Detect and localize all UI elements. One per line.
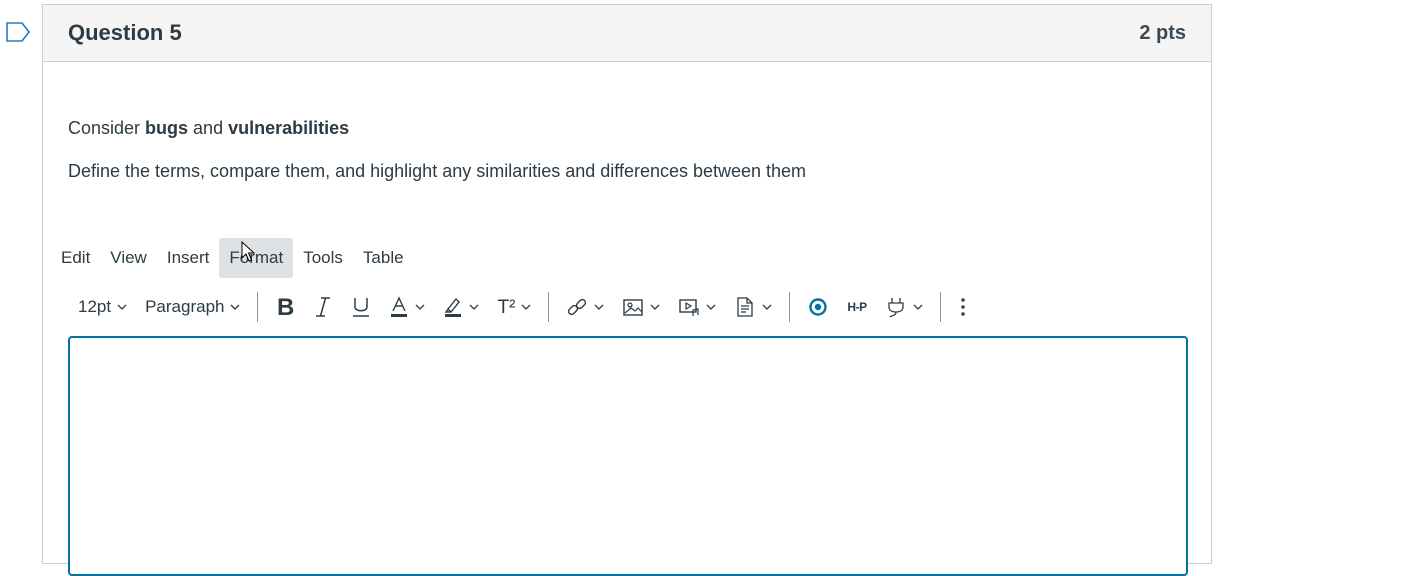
document-button[interactable] [725,287,781,327]
menu-view[interactable]: View [100,238,157,278]
term-bugs: bugs [145,118,189,138]
more-button[interactable] [949,287,977,327]
question-header: Question 5 2 pts [43,5,1211,62]
more-icon [960,298,965,316]
image-button[interactable] [613,287,669,327]
chevron-down-icon [117,304,127,310]
font-size-dropdown[interactable]: 12pt [69,287,136,327]
plugin-button[interactable] [876,287,932,327]
toolbar-separator [257,292,259,322]
link-icon [568,298,587,316]
rich-text-editor[interactable] [68,336,1188,576]
chevron-down-icon [470,304,479,310]
media-button[interactable] [669,287,725,327]
chevron-down-icon [416,304,425,310]
question-body: Consider bugs and vulnerabilities Define… [43,62,1211,182]
chevron-down-icon [521,304,531,310]
chevron-down-icon [231,304,240,310]
link-button[interactable] [557,287,613,327]
chevron-down-icon [706,304,716,310]
question-instructions: Define the terms, compare them, and high… [68,161,807,181]
italic-button[interactable] [304,287,342,327]
italic-icon [316,297,331,317]
apps-button[interactable] [798,287,838,327]
highlight-button[interactable] [434,287,488,327]
bold-button[interactable]: B [266,287,304,327]
question-prompt: Consider bugs and vulnerabilities [68,118,350,138]
document-icon [737,297,754,317]
font-size-value: 12pt [78,297,112,316]
text-color-button[interactable] [380,287,434,327]
toolbar-separator [789,292,791,322]
plugin-icon [887,298,904,318]
chevron-down-icon [594,304,604,310]
toolbar-separator [939,292,941,322]
h5p-button[interactable]: H-P [838,287,875,327]
flag-icon[interactable] [6,22,30,42]
menu-table[interactable]: Table [353,238,414,278]
superscript-button[interactable]: T² [488,287,540,327]
block-format-dropdown[interactable]: Paragraph [136,287,249,327]
image-icon [623,299,644,316]
text-color-icon [391,296,408,317]
question-points: 2 pts [1139,21,1186,44]
menu-edit[interactable]: Edit [51,238,100,278]
bold-icon: B [277,296,294,318]
menu-tools[interactable]: Tools [293,238,353,278]
apps-icon [809,298,828,316]
menu-format[interactable]: Format [219,238,294,278]
editor-toolbar: 12pt Paragraph B T² H-P [69,287,977,327]
question-card: Question 5 2 pts Consider bugs and vulne… [42,4,1212,576]
underline-button[interactable] [342,287,380,327]
chevron-down-icon [650,304,660,310]
menu-insert[interactable]: Insert [157,238,220,278]
block-format-value: Paragraph [145,297,225,316]
underline-icon [353,298,370,317]
chevron-down-icon [762,304,772,310]
media-icon [679,299,700,316]
svg-text:B: B [277,296,294,318]
h5p-icon: H-P [847,300,867,314]
chevron-down-icon [913,304,923,310]
editor-menubar: Edit View Insert Format Tools Table [51,236,414,280]
question-title: Question 5 [68,20,182,45]
term-vulnerabilities: vulnerabilities [228,118,350,138]
superscript-icon: T² [497,296,516,318]
highlight-icon [445,297,462,317]
toolbar-separator [548,292,550,322]
